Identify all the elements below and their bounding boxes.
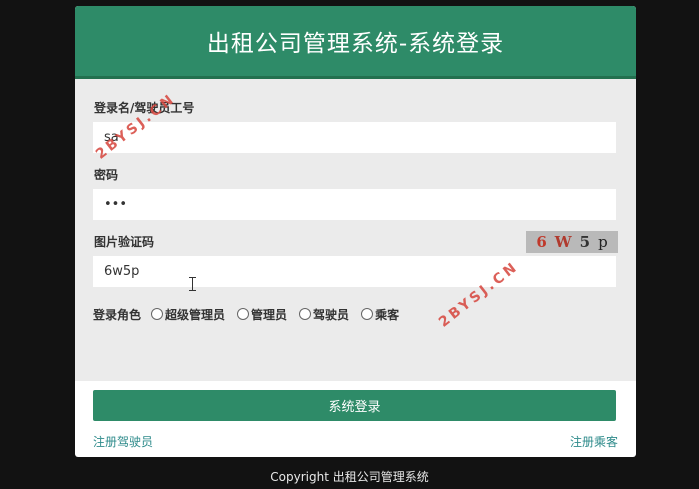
captcha-char: p [598, 233, 608, 251]
register-driver-link[interactable]: 注册驾驶员 [93, 433, 153, 450]
role-option-super-admin[interactable]: 超级管理员 [151, 306, 225, 323]
password-group: 密码 [93, 168, 618, 220]
captcha-group: 图片验证码 6 W 5 p [93, 231, 618, 287]
role-option-label: 乘客 [375, 307, 400, 322]
role-option-label: 驾驶员 [313, 307, 350, 322]
captcha-char: 6 [536, 233, 547, 251]
copyright-text: Copyright 出租公司管理系统 [270, 470, 429, 484]
captcha-input[interactable] [93, 256, 616, 287]
page-title: 出租公司管理系统-系统登录 [206, 31, 505, 57]
radio-button[interactable] [237, 308, 250, 320]
login-header: 出租公司管理系统-系统登录 [75, 6, 636, 79]
role-option-label: 超级管理员 [165, 307, 226, 322]
role-selector: 登录角色 超级管理员 管理员 驾驶员 乘客 [93, 305, 618, 323]
username-input[interactable] [93, 122, 616, 153]
text-cursor-icon [189, 277, 196, 291]
captcha-image[interactable]: 6 W 5 p [526, 231, 618, 253]
password-input[interactable] [93, 189, 616, 220]
username-group: 登录名/驾驶员工号 [93, 101, 618, 153]
role-option-passenger[interactable]: 乘客 [361, 306, 399, 323]
role-option-driver[interactable]: 驾驶员 [299, 306, 349, 323]
login-form: 登录名/驾驶员工号 密码 图片验证码 6 W 5 p 登录角色 超级管理员 [75, 79, 636, 381]
register-passenger-link[interactable]: 注册乘客 [570, 433, 618, 450]
login-actions: 系统登录 注册驾驶员 注册乘客 [75, 381, 636, 450]
role-option-admin[interactable]: 管理员 [237, 306, 287, 323]
captcha-char: W [554, 233, 572, 251]
password-label: 密码 [94, 168, 119, 182]
captcha-char: 5 [579, 233, 591, 251]
login-button[interactable]: 系统登录 [93, 390, 616, 421]
role-option-label: 管理员 [251, 307, 288, 322]
radio-button[interactable] [151, 308, 164, 320]
radio-button[interactable] [299, 308, 312, 320]
login-card: 出租公司管理系统-系统登录 登录名/驾驶员工号 密码 图片验证码 6 W 5 p… [75, 6, 636, 457]
username-label: 登录名/驾驶员工号 [94, 101, 195, 115]
register-links: 注册驾驶员 注册乘客 [93, 433, 618, 450]
role-label: 登录角色 [93, 307, 142, 322]
radio-button[interactable] [361, 308, 374, 320]
